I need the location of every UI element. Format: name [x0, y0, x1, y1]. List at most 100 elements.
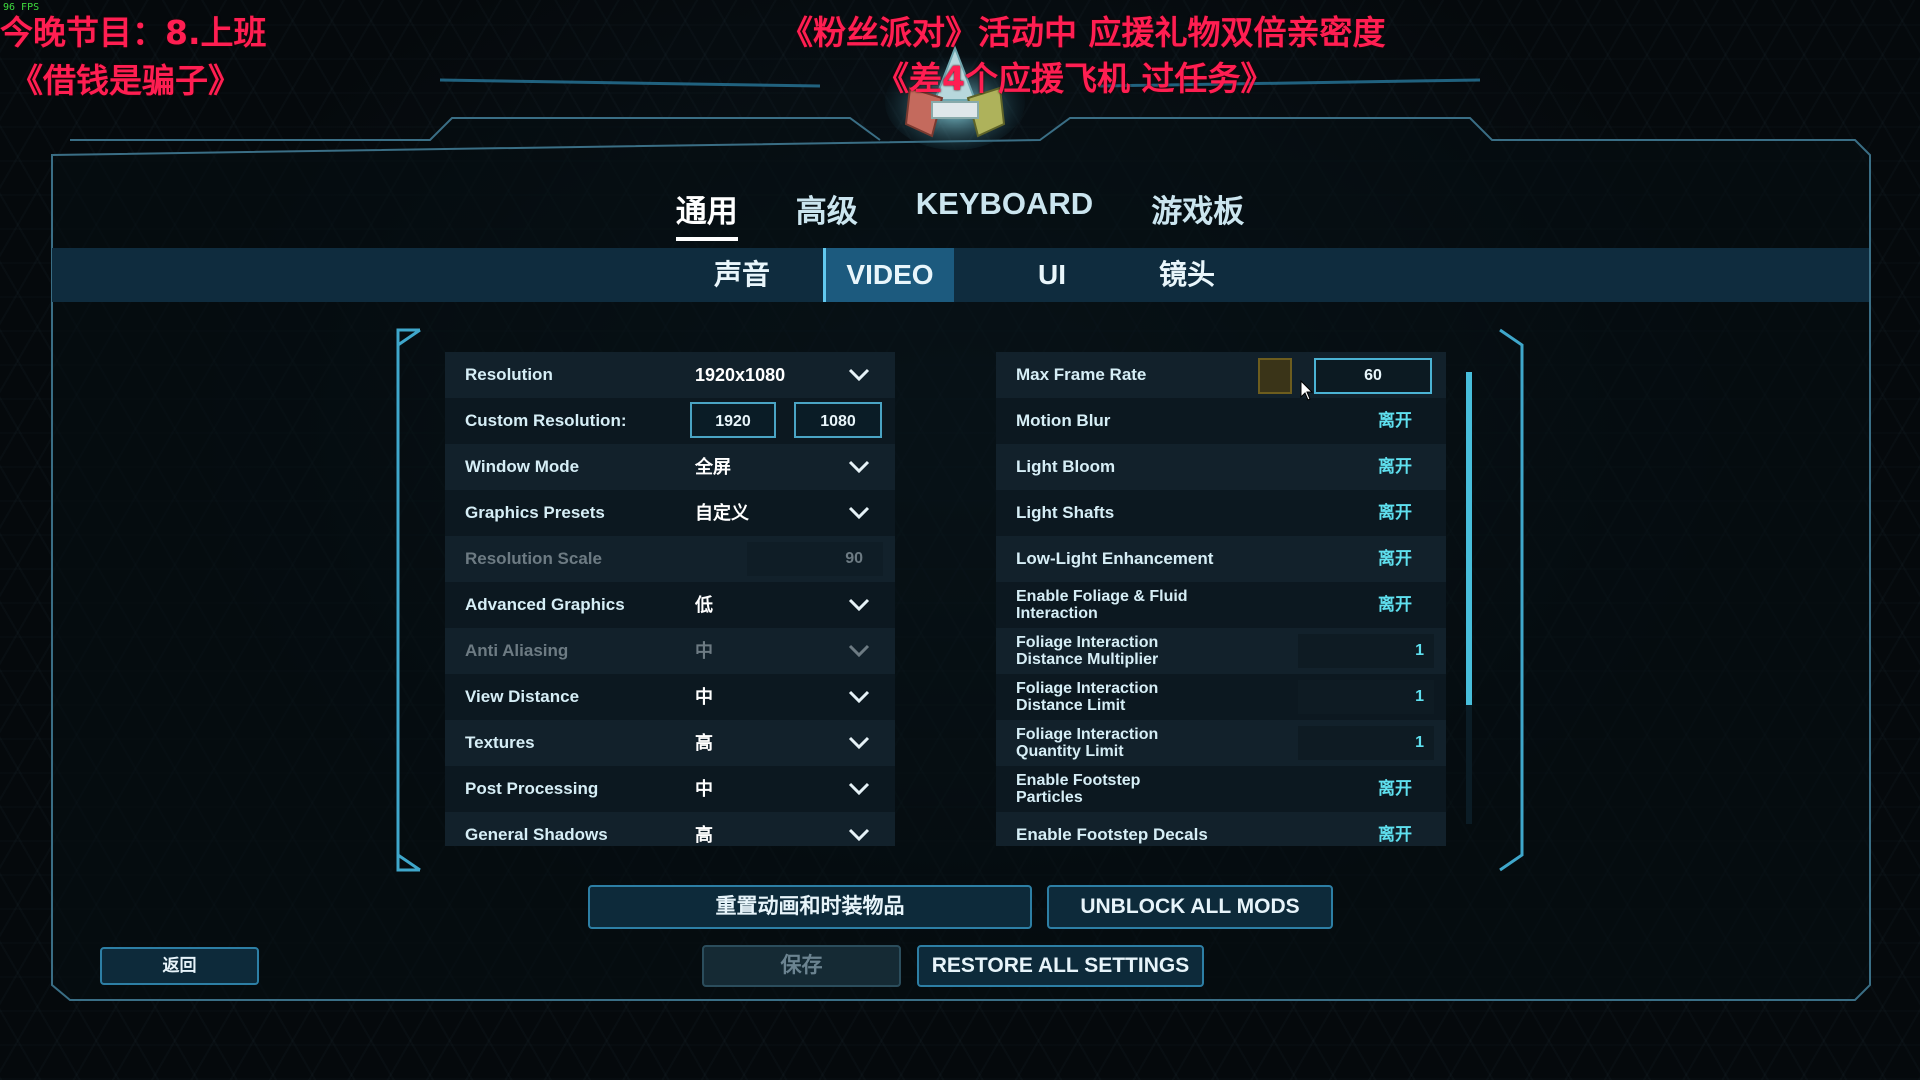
- chevron-down-icon[interactable]: [848, 595, 870, 615]
- footstep-particles-row[interactable]: Enable Footstep Particles 离开: [996, 766, 1446, 812]
- footstep-decals-toggle[interactable]: 离开: [1378, 812, 1412, 846]
- resolution-label: Resolution: [465, 365, 553, 384]
- motion-blur-label: Motion Blur: [1016, 411, 1111, 430]
- video-settings-right-panel: Max Frame Rate 60 Motion Blur 离开 Light B…: [996, 352, 1446, 846]
- custom-resolution-label: Custom Resolution:: [465, 411, 627, 430]
- textures-row[interactable]: Textures 高: [445, 720, 895, 766]
- view-distance-value: 中: [695, 687, 713, 707]
- foliage-distance-limit-value: 1: [1415, 688, 1424, 705]
- reset-animations-button[interactable]: 重置动画和时装物品: [588, 885, 1032, 929]
- foliage-distance-multiplier-row: Foliage Interaction Distance Multiplier 1: [996, 628, 1446, 674]
- foliage-quantity-limit-line2: Quantity Limit: [1016, 743, 1124, 760]
- anti-aliasing-value: 中: [695, 641, 713, 661]
- anti-aliasing-row: Anti Aliasing 中: [445, 628, 895, 674]
- chevron-down-icon[interactable]: [848, 733, 870, 753]
- back-button[interactable]: 返回: [100, 947, 259, 985]
- chevron-down-icon[interactable]: [848, 457, 870, 477]
- tab-advanced[interactable]: 高级: [796, 178, 858, 241]
- foliage-fluid-label: Enable Foliage & Fluid Interaction: [1016, 588, 1188, 622]
- window-mode-value: 全屏: [695, 457, 731, 477]
- subtab-ui[interactable]: UI: [1012, 248, 1092, 302]
- motion-blur-row[interactable]: Motion Blur 离开: [996, 398, 1446, 444]
- light-shafts-label: Light Shafts: [1016, 503, 1115, 522]
- foliage-fluid-row[interactable]: Enable Foliage & Fluid Interaction 离开: [996, 582, 1446, 628]
- advanced-graphics-value: 低: [695, 595, 713, 615]
- advanced-graphics-row[interactable]: Advanced Graphics 低: [445, 582, 895, 628]
- stream-overlay-title: 《借钱是骗子》: [10, 61, 241, 100]
- view-distance-row[interactable]: View Distance 中: [445, 674, 895, 720]
- textures-value: 高: [695, 733, 713, 753]
- anti-aliasing-label: Anti Aliasing: [465, 641, 569, 660]
- resolution-scale-label: Resolution Scale: [465, 549, 602, 568]
- motion-blur-toggle[interactable]: 离开: [1378, 398, 1412, 444]
- chevron-down-icon[interactable]: [848, 779, 870, 799]
- low-light-row[interactable]: Low-Light Enhancement 离开: [996, 536, 1446, 582]
- light-shafts-row[interactable]: Light Shafts 离开: [996, 490, 1446, 536]
- general-shadows-value: 高: [695, 825, 713, 845]
- footstep-decals-row[interactable]: Enable Footstep Decals 离开: [996, 812, 1446, 846]
- window-mode-label: Window Mode: [465, 457, 580, 476]
- stream-overlay-event: 《粉丝派对》活动中 应援礼物双倍亲密度: [780, 13, 1386, 52]
- foliage-distance-limit-field[interactable]: [1298, 680, 1434, 714]
- chevron-down-icon[interactable]: [848, 365, 870, 385]
- scrollbar-thumb[interactable]: [1466, 372, 1472, 705]
- graphics-presets-value: 自定义: [695, 503, 749, 523]
- settings-scrollbar[interactable]: [1466, 372, 1472, 824]
- light-bloom-row[interactable]: Light Bloom 离开: [996, 444, 1446, 490]
- graphics-presets-label: Graphics Presets: [465, 503, 605, 522]
- frame-rate-indicator-swatch[interactable]: [1258, 358, 1292, 394]
- footstep-decals-label: Enable Footstep Decals: [1016, 825, 1208, 844]
- tab-gamepad[interactable]: 游戏板: [1151, 178, 1244, 241]
- foliage-quantity-limit-row: Foliage Interaction Quantity Limit 1: [996, 720, 1446, 766]
- max-frame-rate-row: Max Frame Rate 60: [996, 352, 1446, 398]
- foliage-distance-multiplier-line1: Foliage Interaction: [1016, 634, 1159, 651]
- restore-all-settings-button[interactable]: RESTORE ALL SETTINGS: [917, 945, 1204, 987]
- light-bloom-toggle[interactable]: 离开: [1378, 444, 1412, 490]
- sub-tab-bar: 声音 VIDEO UI 镜头: [52, 248, 1869, 302]
- mouse-cursor-icon: [1300, 380, 1314, 401]
- footstep-particles-line1: Enable Footstep: [1016, 772, 1141, 789]
- resolution-value: 1920x1080: [695, 365, 786, 385]
- custom-height-input[interactable]: 1080: [794, 402, 882, 438]
- footstep-particles-toggle[interactable]: 离开: [1378, 766, 1412, 812]
- textures-label: Textures: [465, 733, 535, 752]
- window-mode-row[interactable]: Window Mode 全屏: [445, 444, 895, 490]
- foliage-distance-limit-label: Foliage Interaction Distance Limit: [1016, 680, 1158, 714]
- video-settings-left-panel: Resolution 1920x1080 Custom Resolution: …: [445, 352, 895, 846]
- post-processing-row[interactable]: Post Processing 中: [445, 766, 895, 812]
- subtab-camera[interactable]: 镜头: [1132, 248, 1242, 302]
- resolution-row[interactable]: Resolution 1920x1080: [445, 352, 895, 398]
- general-shadows-row[interactable]: General Shadows 高: [445, 812, 895, 846]
- chevron-down-icon[interactable]: [848, 825, 870, 845]
- foliage-quantity-limit-label: Foliage Interaction Quantity Limit: [1016, 726, 1158, 760]
- post-processing-label: Post Processing: [465, 779, 599, 798]
- graphics-presets-row[interactable]: Graphics Presets 自定义: [445, 490, 895, 536]
- max-frame-rate-input[interactable]: 60: [1314, 358, 1432, 394]
- foliage-fluid-toggle[interactable]: 离开: [1378, 582, 1412, 628]
- chevron-down-icon[interactable]: [848, 503, 870, 523]
- foliage-distance-limit-line1: Foliage Interaction: [1016, 680, 1159, 697]
- custom-width-input[interactable]: 1920: [690, 402, 776, 438]
- save-button[interactable]: 保存: [702, 945, 901, 987]
- low-light-toggle[interactable]: 离开: [1378, 536, 1412, 582]
- tab-keyboard[interactable]: KEYBOARD: [916, 178, 1093, 241]
- footstep-particles-line2: Particles: [1016, 789, 1083, 806]
- foliage-fluid-label-line2: Interaction: [1016, 605, 1098, 622]
- foliage-distance-multiplier-field[interactable]: [1298, 634, 1434, 668]
- foliage-quantity-limit-field[interactable]: [1298, 726, 1434, 760]
- subtab-sound[interactable]: 声音: [692, 248, 792, 302]
- chevron-down-icon[interactable]: [848, 687, 870, 707]
- foliage-distance-multiplier-value: 1: [1415, 642, 1424, 659]
- foliage-distance-limit-line2: Distance Limit: [1016, 697, 1126, 714]
- max-frame-rate-label: Max Frame Rate: [1016, 365, 1147, 384]
- advanced-graphics-label: Advanced Graphics: [465, 595, 625, 614]
- foliage-quantity-limit-line1: Foliage Interaction: [1016, 726, 1159, 743]
- resolution-scale-value: 90: [845, 550, 863, 567]
- tab-general[interactable]: 通用: [675, 178, 738, 241]
- chevron-down-icon: [848, 644, 870, 658]
- light-shafts-toggle[interactable]: 离开: [1378, 490, 1412, 536]
- unblock-all-mods-button[interactable]: UNBLOCK ALL MODS: [1047, 885, 1333, 929]
- subtab-video[interactable]: VIDEO: [823, 248, 954, 302]
- foliage-quantity-limit-value: 1: [1415, 734, 1424, 751]
- low-light-label: Low-Light Enhancement: [1016, 549, 1214, 568]
